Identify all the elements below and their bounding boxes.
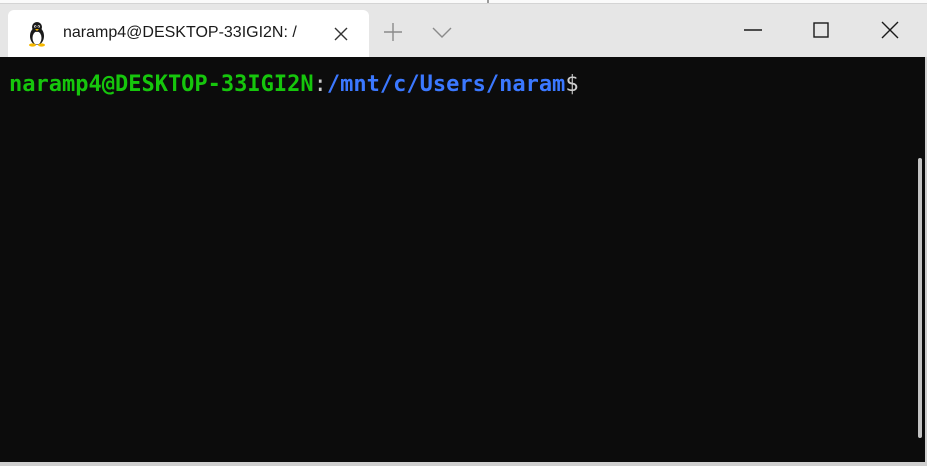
title-bar[interactable]: naramp4@DESKTOP-33IGI2N: / [0,4,927,57]
shell-prompt: naramp4@DESKTOP-33IGI2N:/mnt/c/Users/nar… [9,71,579,99]
edge-marker [487,0,489,3]
close-icon[interactable] [330,23,352,45]
maximize-icon[interactable] [809,18,833,42]
terminal-window: naramp4@DESKTOP-33IGI2N: / naramp4@DESKT… [0,0,927,466]
prompt-user-host: naramp4@DESKTOP-33IGI2N [9,72,314,97]
chevron-down-icon[interactable] [430,21,454,43]
terminal-output[interactable] [0,57,925,462]
scrollbar[interactable] [918,158,922,438]
linux-penguin-icon [29,22,45,47]
prompt-path: /mnt/c/Users/naram [326,72,566,97]
prompt-separator: : [313,72,327,97]
tab-active[interactable]: naramp4@DESKTOP-33IGI2N: / [8,10,369,57]
prompt-symbol: $ [565,72,579,97]
plus-icon[interactable] [381,20,405,44]
minimize-icon[interactable] [741,18,765,42]
tab-title: naramp4@DESKTOP-33IGI2N: / [63,24,297,41]
window-border [0,462,927,466]
close-icon[interactable] [878,18,902,42]
